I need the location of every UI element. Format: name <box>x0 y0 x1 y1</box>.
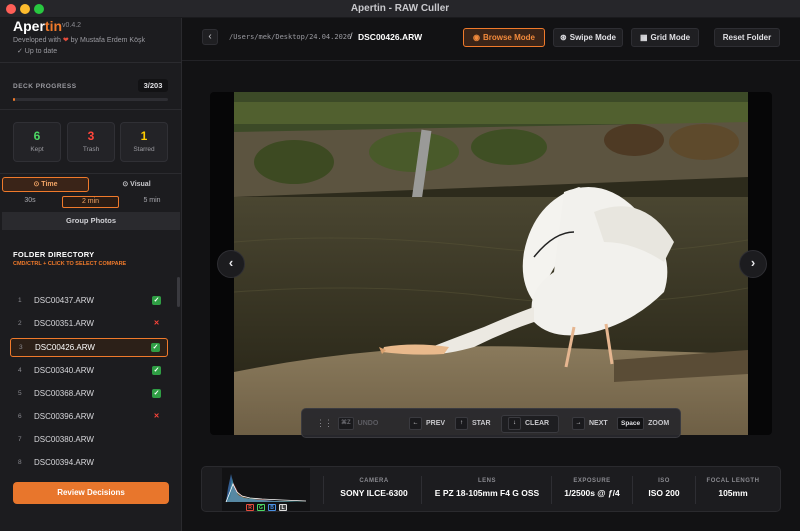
file-name: DSC00396.ARW <box>34 412 94 421</box>
grid-icon: ▦ <box>639 33 648 42</box>
kept-check-icon: ✓ <box>151 343 160 353</box>
undo-shortcut[interactable]: ⌘Z UNDO <box>338 416 378 432</box>
kept-check-icon: ✓ <box>152 296 161 305</box>
file-index: 5 <box>18 389 22 397</box>
histogram-luma-toggle[interactable]: L <box>279 504 287 511</box>
deck-progress-bar <box>13 98 168 101</box>
file-row[interactable]: 1 DSC00437.ARW ✓ <box>10 292 168 311</box>
kept-check-icon: ✓ <box>152 365 161 375</box>
file-name: DSC00437.ARW <box>34 296 94 305</box>
file-index: 3 <box>19 344 23 352</box>
file-name: DSC00368.ARW <box>34 388 94 398</box>
file-index: 7 <box>18 436 22 444</box>
browse-mode-button[interactable]: ◉ Browse Mode <box>463 28 545 47</box>
interval-5min-option[interactable]: 5 min <box>133 196 171 208</box>
folder-path: /Users/mek/Desktop/24.04.2026 <box>229 33 352 41</box>
compare-hint: CMD/CTRL + CLICK TO SELECT COMPARE <box>13 261 127 267</box>
kept-check-icon: ✓ <box>152 388 161 398</box>
clear-shortcut[interactable]: ↓ CLEAR <box>501 415 559 433</box>
toolbar-divider <box>182 60 800 61</box>
deck-progress-fill <box>13 98 16 101</box>
file-index: 4 <box>18 366 22 374</box>
time-grouping-tab[interactable]: ⊙ Time <box>2 177 89 192</box>
grid-mode-button[interactable]: ▦ Grid Mode <box>631 28 699 47</box>
file-name: DSC00426.ARW <box>35 343 95 353</box>
starred-stat: 1 Starred <box>120 122 168 162</box>
camera-info: CAMERA SONY ILCE-6300 <box>340 478 408 498</box>
histogram <box>222 468 310 511</box>
next-image-button[interactable]: › <box>739 250 767 278</box>
file-row[interactable]: 3 DSC00426.ARW ✓ <box>10 338 168 358</box>
path-separator: / <box>350 31 353 41</box>
pelican-photo <box>234 92 748 435</box>
current-file-name: DSC00426.ARW <box>358 32 423 42</box>
histogram-green-toggle[interactable]: G <box>257 504 265 511</box>
folder-directory-title: FOLDER DIRECTORY <box>13 250 95 259</box>
chevron-right-icon: › <box>750 255 756 270</box>
drag-handle-icon[interactable]: ⋮⋮ <box>316 418 333 429</box>
metadata-divider <box>323 476 324 504</box>
photo-preview[interactable] <box>234 92 748 435</box>
trash-x-icon: ✕ <box>153 320 160 328</box>
file-index: 6 <box>18 413 22 420</box>
metadata-divider <box>421 476 422 504</box>
visual-grouping-tab[interactable]: ⊙ Visual <box>93 177 180 192</box>
shortcut-bar: ⋮⋮ ⌘Z UNDO ← PREV ↑ STAR ↓ CLEAR → NEXT Space… <box>301 408 681 438</box>
chevron-left-icon: ‹ <box>208 31 212 42</box>
prev-shortcut[interactable]: ← PREV <box>409 416 445 432</box>
deck-progress-count: 3/203 <box>138 79 168 92</box>
developer-credit: Developed with ❤ by Mustafa Erdem Köşk <box>13 37 145 44</box>
sidebar-divider <box>0 173 182 174</box>
exposure-info: EXPOSURE 1/2500s @ ƒ/4 <box>564 478 620 498</box>
file-name: DSC00340.ARW <box>34 365 94 375</box>
file-name: DSC00394.ARW <box>34 458 94 468</box>
file-row[interactable]: 4 DSC00340.ARW ✓ <box>10 362 168 381</box>
review-decisions-button[interactable]: Review Decisions <box>13 482 169 504</box>
file-row[interactable]: 2 DSC00351.ARW ✕ <box>10 315 168 334</box>
app-logo: Apertin <box>13 18 63 34</box>
swipe-icon: ⊛ <box>560 33 567 42</box>
app-version: v0.4.2 <box>62 22 82 29</box>
file-index: 1 <box>18 297 22 304</box>
back-button[interactable]: ‹ <box>202 29 218 45</box>
file-name: DSC00351.ARW <box>34 319 94 329</box>
file-index: 2 <box>18 320 22 328</box>
sidebar-divider <box>0 109 182 110</box>
deck-progress-label: DECK PROGRESS <box>13 83 77 90</box>
star-shortcut[interactable]: ↑ STAR <box>455 416 491 432</box>
histogram-red-toggle[interactable]: R <box>246 504 254 511</box>
heart-icon: ❤ <box>62 37 69 44</box>
next-shortcut[interactable]: → NEXT <box>572 416 608 432</box>
file-row[interactable]: 7 DSC00380.ARW <box>10 431 168 450</box>
chevron-left-icon: ‹ <box>228 255 234 270</box>
iso-info: ISO ISO 200 <box>648 478 680 498</box>
histogram-blue-toggle[interactable]: B <box>268 504 276 511</box>
eye-icon: ◉ <box>473 33 480 42</box>
interval-30s-option[interactable]: 30s <box>13 196 47 208</box>
trash-x-icon: ✕ <box>153 413 160 420</box>
update-status: ✓ Up to date <box>17 48 58 55</box>
zoom-shortcut[interactable]: Space ZOOM <box>617 416 669 432</box>
lens-info: LENS E PZ 18-105mm F4 G OSS <box>434 478 540 498</box>
kept-stat: 6 Kept <box>13 122 61 162</box>
file-row[interactable]: 5 DSC00368.ARW ✓ <box>10 385 168 404</box>
reset-folder-button[interactable]: Reset Folder <box>714 28 780 47</box>
sidebar-scrollbar[interactable] <box>177 277 180 307</box>
focal-length-info: FOCAL LENGTH 105mm <box>706 478 760 498</box>
swipe-mode-button[interactable]: ⊛ Swipe Mode <box>553 28 623 47</box>
file-row[interactable]: 8 DSC00394.ARW <box>10 454 168 473</box>
title-bar: Apertin - RAW Culler <box>0 0 800 18</box>
group-photos-button[interactable]: Group Photos <box>2 212 180 230</box>
window-title: Apertin - RAW Culler <box>350 3 450 14</box>
previous-image-button[interactable]: ‹ <box>217 250 245 278</box>
file-row[interactable]: 6 DSC00396.ARW ✕ <box>10 408 168 427</box>
interval-2min-option[interactable]: 2 min <box>62 196 119 208</box>
metadata-divider <box>551 476 552 504</box>
metadata-divider <box>632 476 633 504</box>
file-index: 8 <box>18 459 22 467</box>
trash-stat: 3 Trash <box>67 122 115 162</box>
sidebar-divider <box>0 62 182 63</box>
file-name: DSC00380.ARW <box>34 435 94 445</box>
